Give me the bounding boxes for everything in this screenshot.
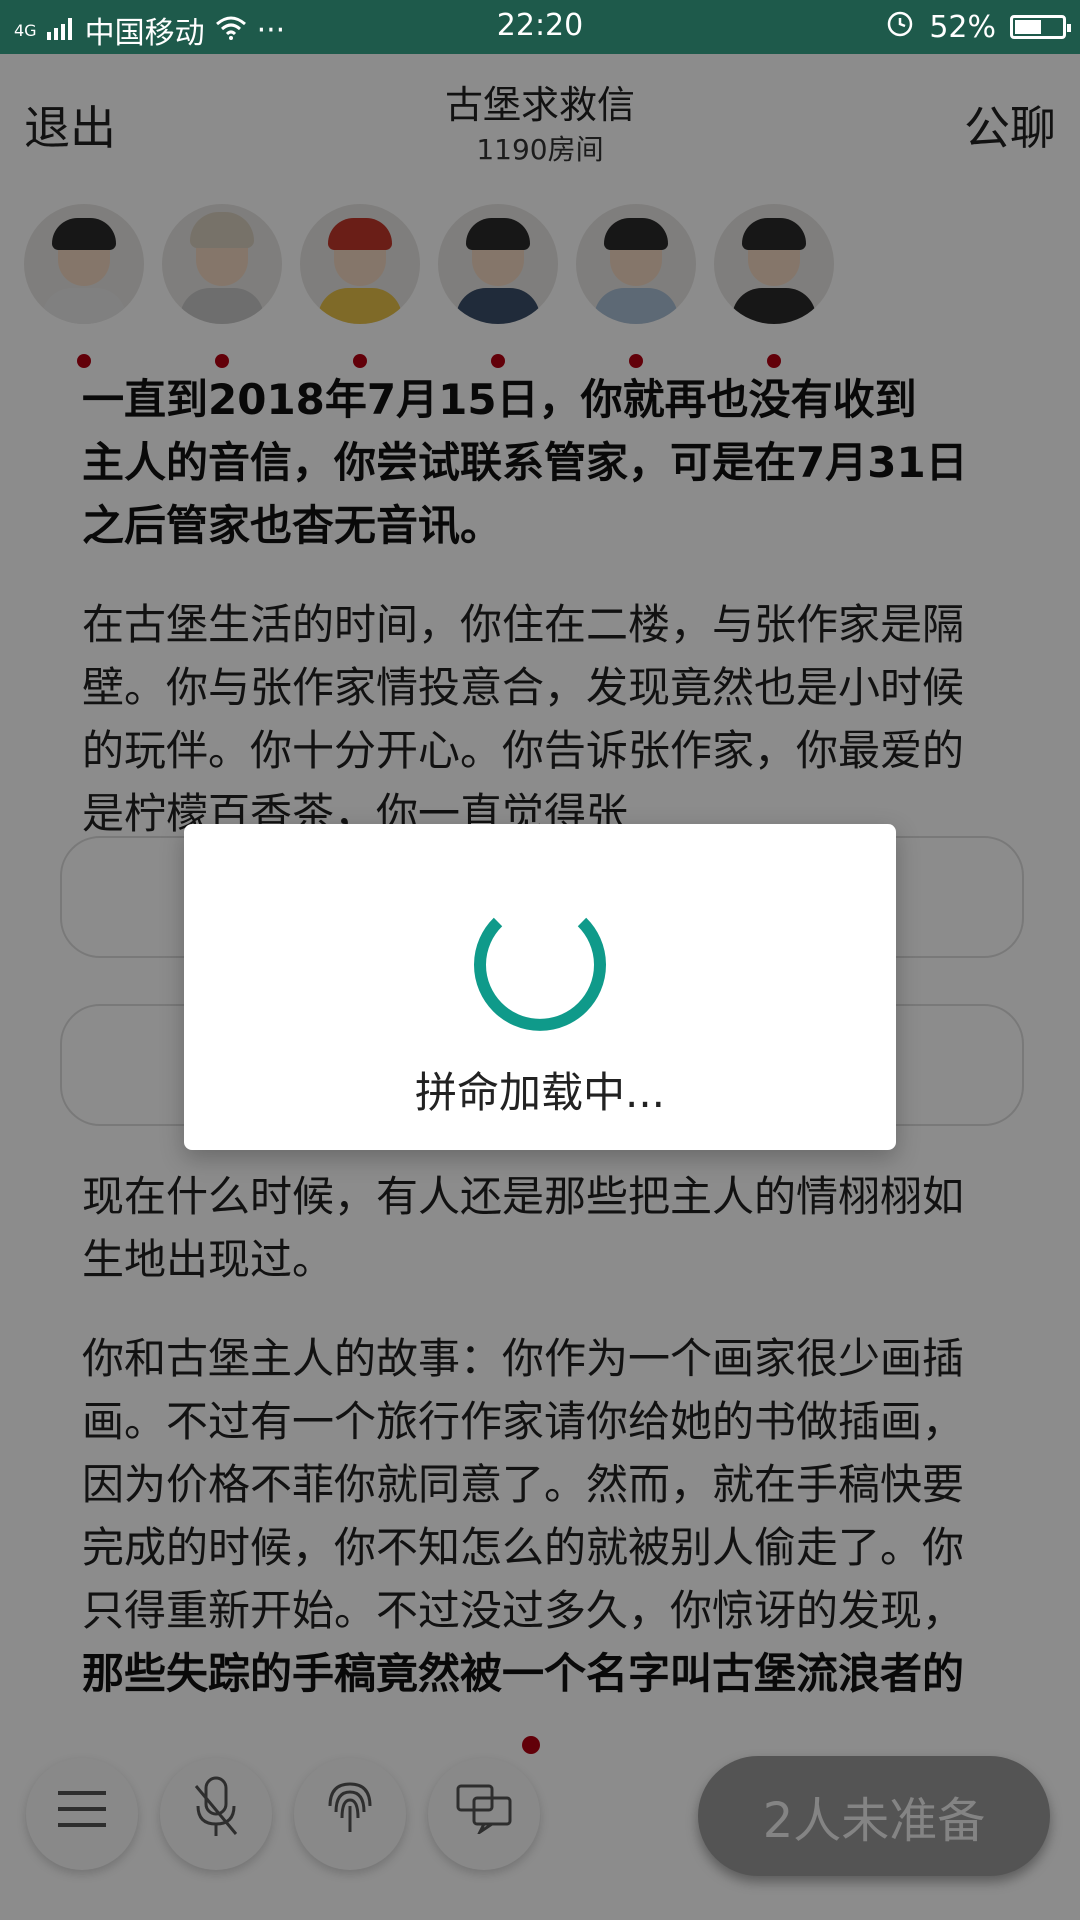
alarm-icon (885, 8, 915, 46)
loading-text: 拼命加载中... (414, 1068, 666, 1117)
battery-icon (1010, 15, 1071, 39)
loading-spinner-icon (474, 917, 606, 1031)
status-right: 52% (885, 8, 1071, 46)
status-bar: 4G 中国移动 ··· 22:20 52% (0, 0, 1080, 54)
loading-dialog: 拼命加载中... (184, 824, 896, 1150)
battery-percent: 52% (929, 9, 996, 45)
